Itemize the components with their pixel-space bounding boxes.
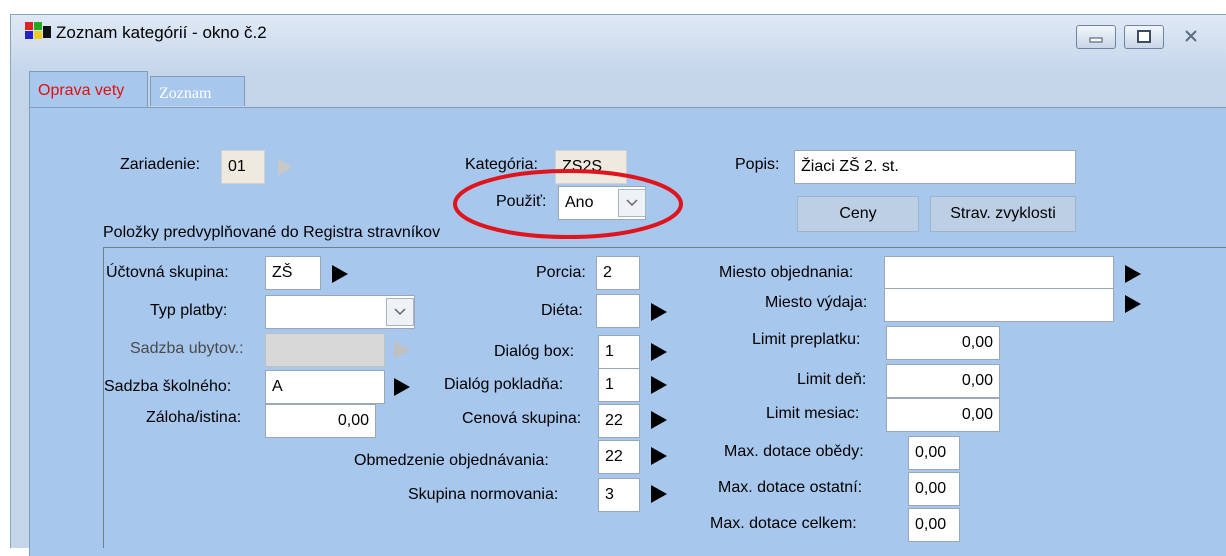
tab-oprava-vety[interactable]: Oprava vety — [29, 71, 148, 109]
limit-den-label: Limit deň: — [797, 371, 867, 388]
group-title: Položky predvyplňované do Registra strav… — [103, 224, 441, 241]
zariadenie-lookup-icon — [276, 157, 294, 182]
typ-platby-dropdown-button[interactable] — [386, 298, 414, 326]
play-arrow-icon — [651, 376, 667, 394]
max-dotace-celkem-input[interactable]: 0,00 — [908, 508, 960, 542]
obmedzenie-label: Obmedzenie objednávania: — [354, 452, 549, 469]
max-dotace-celkem-label: Max. dotace celkem: — [710, 515, 857, 532]
uctovna-skupina-label: Účtovná skupina: — [106, 264, 229, 281]
uctovna-skupina-input[interactable]: ZŠ — [265, 256, 321, 290]
play-arrow-icon — [394, 378, 410, 396]
limit-preplatku-label: Limit preplatku: — [752, 331, 861, 348]
play-arrow-icon — [1125, 265, 1141, 283]
skupina-normovania-lookup-button[interactable] — [650, 484, 668, 504]
play-arrow-icon — [651, 303, 667, 321]
dieta-lookup-button[interactable] — [650, 302, 668, 322]
zariadenie-label: Zariadenie: — [120, 156, 201, 173]
sadzba-skolneho-label: Sadzba školného: — [104, 378, 232, 395]
minimize-button[interactable] — [1076, 25, 1116, 49]
dieta-input[interactable] — [596, 294, 640, 328]
chevron-down-icon — [394, 308, 406, 316]
app-icon — [25, 22, 51, 42]
sadzba-ubytov-field — [265, 333, 385, 367]
sadzba-skolneho-input[interactable]: A — [265, 370, 385, 404]
max-dotace-obedy-input[interactable]: 0,00 — [908, 436, 960, 470]
close-icon — [1185, 30, 1197, 42]
typ-platby-label: Typ platby: — [150, 302, 228, 319]
minimize-icon — [1089, 37, 1103, 43]
play-arrow-icon — [651, 343, 667, 361]
cenova-skupina-lookup-button[interactable] — [650, 410, 668, 430]
cenova-skupina-input[interactable]: 22 — [598, 404, 640, 438]
sadzba-skolneho-lookup-button[interactable] — [393, 377, 411, 397]
zariadenie-field: 01 — [221, 150, 265, 184]
porcia-input[interactable]: 2 — [596, 256, 640, 290]
limit-mesiac-label: Limit mesiac: — [766, 405, 860, 422]
limit-mesiac-input[interactable]: 0,00 — [886, 398, 1000, 432]
miesto-vydaja-lookup-button[interactable] — [1124, 294, 1142, 314]
uctovna-skupina-lookup-button[interactable] — [331, 264, 349, 284]
miesto-vydaja-input[interactable] — [884, 288, 1114, 322]
obmedzenie-lookup-button[interactable] — [650, 446, 668, 466]
play-arrow-icon — [1125, 295, 1141, 313]
miesto-vydaja-label: Miesto výdaja: — [765, 294, 868, 311]
zaloha-label: Záloha/istina: — [146, 409, 242, 426]
dialog-pokladna-lookup-button[interactable] — [650, 375, 668, 395]
obmedzenie-input[interactable]: 22 — [598, 440, 640, 474]
cenova-skupina-label: Cenová skupina: — [462, 410, 582, 427]
max-dotace-ostatni-label: Max. dotace ostatní: — [718, 479, 863, 496]
window-title: Zoznam kategórií - okno č.2 — [56, 23, 267, 42]
porcia-label: Porcia: — [536, 264, 586, 281]
popis-input[interactable]: Žiaci ZŠ 2. st. — [794, 150, 1076, 184]
dialog-box-input[interactable]: 1 — [598, 335, 640, 369]
limit-preplatku-input[interactable]: 0,00 — [886, 326, 1000, 360]
limit-den-input[interactable]: 0,00 — [886, 364, 1000, 398]
dialog-box-label: Dialóg box: — [494, 343, 575, 360]
maximize-button[interactable] — [1124, 25, 1164, 49]
play-arrow-icon — [651, 447, 667, 465]
max-dotace-obedy-label: Max. dotace obědy: — [724, 443, 864, 460]
tab-zoznam[interactable]: Zoznam — [150, 76, 245, 106]
highlight-ellipse — [453, 169, 683, 239]
close-button[interactable] — [1172, 25, 1216, 49]
miesto-objednania-input[interactable] — [884, 256, 1114, 290]
zaloha-input[interactable]: 0,00 — [265, 404, 376, 438]
skupina-normovania-label: Skupina normovania: — [408, 486, 559, 503]
popis-label: Popis: — [735, 156, 780, 173]
play-arrow-icon — [651, 411, 667, 429]
maximize-icon — [1137, 30, 1151, 43]
play-arrow-icon — [651, 485, 667, 503]
strav-zvyklosti-button[interactable]: Strav. zvyklosti — [930, 196, 1076, 232]
dialog-pokladna-input[interactable]: 1 — [598, 368, 640, 402]
miesto-objednania-lookup-button[interactable] — [1124, 264, 1142, 284]
sadzba-ubytov-label: Sadzba ubytov.: — [130, 340, 244, 357]
dieta-label: Diéta: — [541, 302, 583, 319]
miesto-objednania-label: Miesto objednania: — [719, 264, 854, 281]
skupina-normovania-input[interactable]: 3 — [598, 478, 640, 512]
ceny-button[interactable]: Ceny — [797, 196, 919, 232]
max-dotace-ostatni-input[interactable]: 0,00 — [908, 472, 960, 506]
play-arrow-icon — [332, 265, 348, 283]
dialog-box-lookup-button[interactable] — [650, 342, 668, 362]
sadzba-ubytov-lookup-icon — [393, 340, 411, 360]
dialog-pokladna-label: Dialóg pokladňa: — [444, 376, 564, 393]
